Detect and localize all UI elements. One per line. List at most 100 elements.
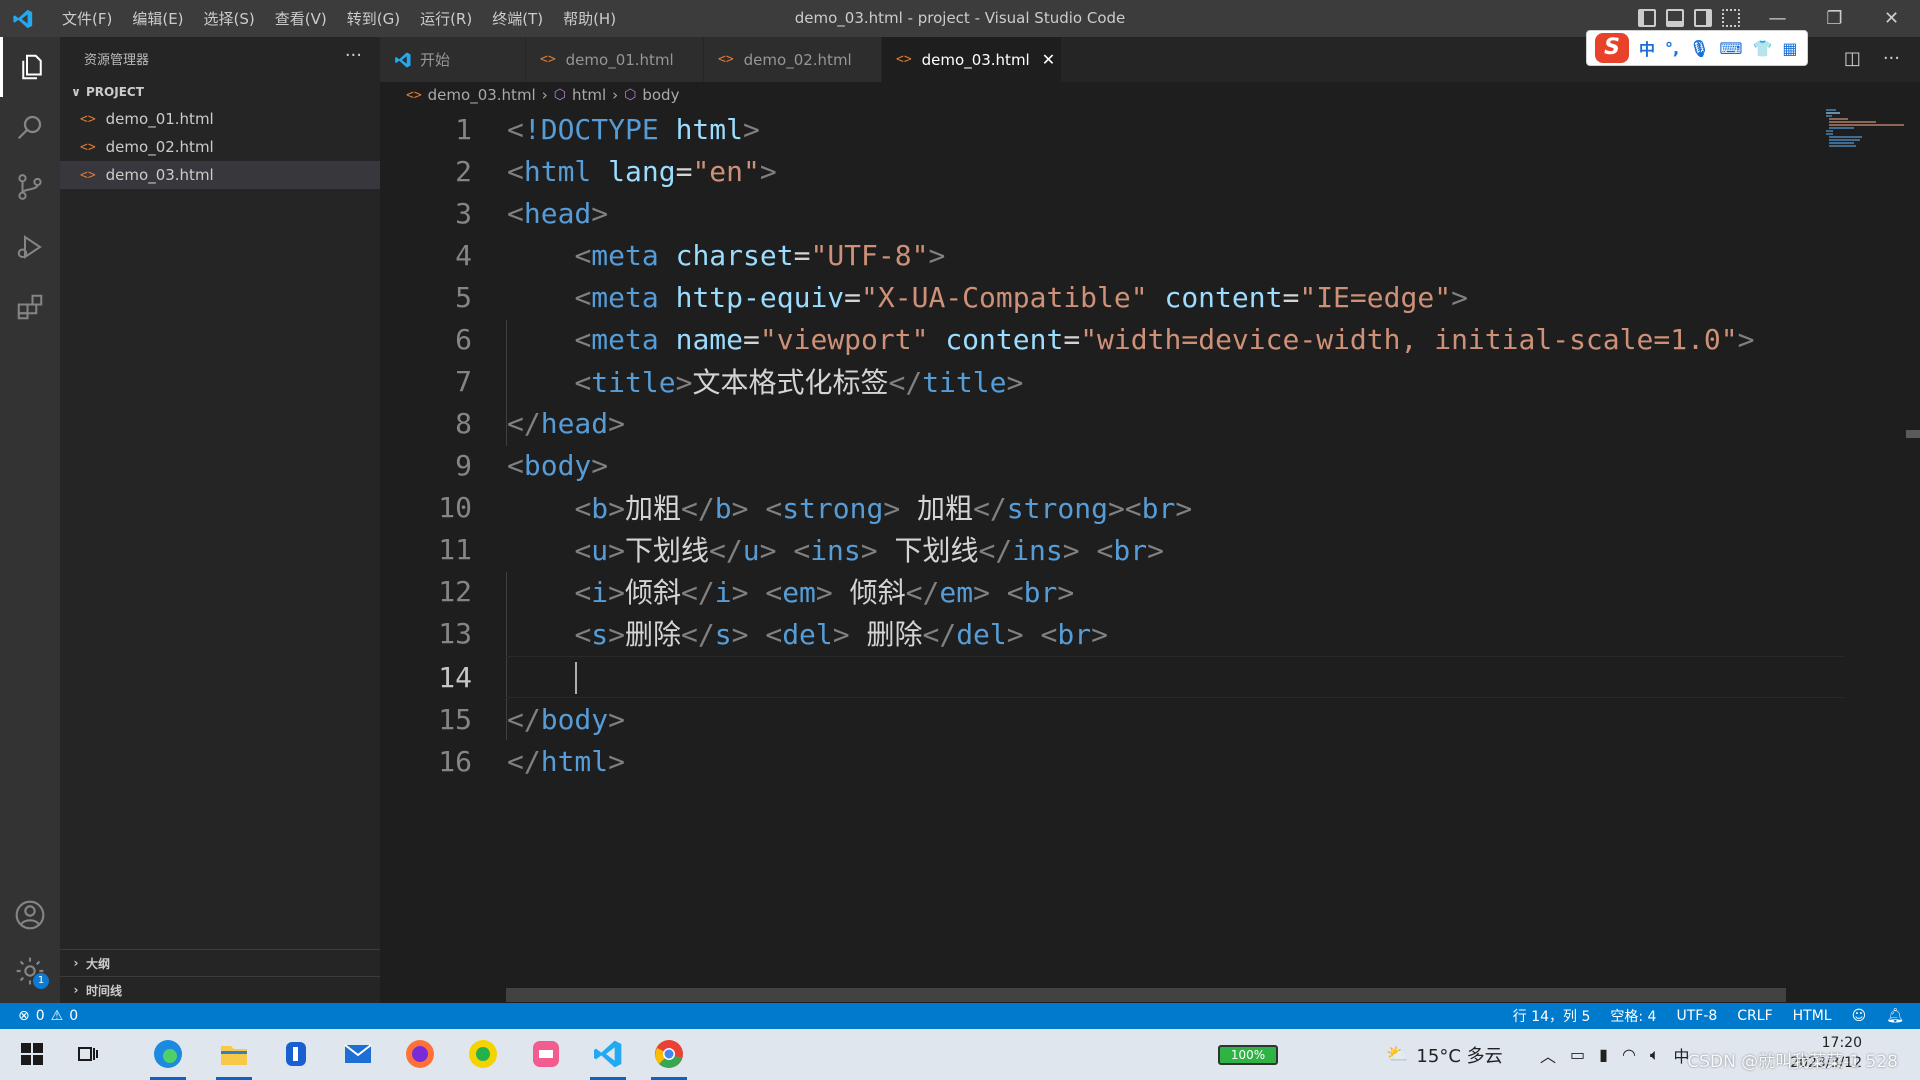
battery-level: 100%	[1218, 1044, 1278, 1065]
tab-demo-02[interactable]: <> demo_02.html	[704, 37, 882, 82]
tab-demo-03[interactable]: <> demo_03.html ✕	[882, 37, 1062, 82]
chrome-icon[interactable]	[651, 1036, 687, 1072]
menu-help[interactable]: 帮助(H)	[553, 8, 626, 29]
warning-icon: ⚠	[50, 1008, 64, 1024]
run-debug-activity[interactable]	[0, 217, 60, 277]
system-tray: ︿ ▭ ▮ ◠ 🔈︎ 中	[1540, 1029, 1690, 1080]
code-line: 2 <html lang="en">	[380, 150, 1870, 192]
sogou-logo-icon[interactable]: S	[1595, 33, 1629, 63]
line-text: </head>	[507, 406, 626, 440]
end-of-line[interactable]: CRLF	[1737, 1008, 1772, 1024]
toolbox-icon[interactable]: ▦	[1782, 39, 1797, 58]
wifi-icon[interactable]: ◠	[1622, 1045, 1636, 1064]
close-window-icon[interactable]: ✕	[1863, 0, 1920, 37]
code-line: 12 <i>倾斜</i> <em> 倾斜</em> <br>	[380, 570, 1870, 612]
line-text: <head>	[507, 196, 609, 230]
cursor-position[interactable]: 行 14，列 5	[1513, 1006, 1591, 1026]
explorer-header: 资源管理器 ···	[60, 37, 380, 79]
menu-go[interactable]: 转到(G)	[337, 8, 410, 29]
mail-icon[interactable]	[340, 1036, 376, 1072]
feedback-icon[interactable]: ☺	[1852, 1008, 1867, 1024]
volume-icon[interactable]: 🔈︎	[1650, 1045, 1660, 1065]
battery-icon[interactable]: ▮	[1599, 1045, 1608, 1064]
problems-indicator[interactable]: ⊗ 0 ⚠ 0	[18, 1003, 78, 1029]
timeline-section-header[interactable]: › 时间线	[60, 976, 380, 1003]
windows-start-icon[interactable]	[14, 1036, 50, 1072]
ime-language-toggle[interactable]: 中	[1639, 36, 1655, 60]
vscode-taskbar-icon[interactable]	[590, 1036, 626, 1072]
more-actions-icon[interactable]: ···	[1883, 48, 1900, 69]
menu-edit[interactable]: 编辑(E)	[122, 8, 193, 29]
task-view-icon[interactable]	[70, 1036, 106, 1072]
line-number: 14	[438, 660, 472, 694]
toggle-sidebar-icon[interactable]	[1638, 9, 1656, 27]
split-editor-icon[interactable]: ◫	[1844, 48, 1861, 69]
line-number: 7	[455, 364, 472, 398]
explorer-title: 资源管理器	[84, 52, 150, 68]
tray-overflow-icon[interactable]: ︿	[1540, 1043, 1556, 1067]
outline-section-header[interactable]: › 大纲	[60, 949, 380, 976]
customize-layout-icon[interactable]	[1722, 9, 1740, 27]
explorer-more-button[interactable]: ···	[345, 45, 362, 66]
breadcrumb-body[interactable]: body	[642, 86, 679, 104]
minimap[interactable]	[1824, 108, 1910, 148]
menu-selection[interactable]: 选择(S)	[194, 8, 265, 29]
menu-bar: 文件(F) 编辑(E) 选择(S) 查看(V) 转到(G) 运行(R) 终端(T…	[52, 0, 626, 37]
menu-terminal[interactable]: 终端(T)	[482, 8, 553, 29]
lenovo-app-icon[interactable]	[278, 1036, 314, 1072]
encoding[interactable]: UTF-8	[1676, 1008, 1717, 1024]
manage-activity[interactable]: 1	[0, 941, 60, 1001]
close-tab-icon[interactable]: ✕	[1042, 50, 1055, 69]
html-file-icon: <>	[406, 87, 422, 103]
language-mode[interactable]: HTML	[1793, 1008, 1832, 1024]
skin-icon[interactable]: 👕	[1753, 39, 1773, 58]
project-section-header[interactable]: ∨ PROJECT	[60, 79, 380, 105]
indentation[interactable]: 空格: 4	[1610, 1006, 1656, 1026]
code-editor[interactable]: 1 <!DOCTYPE html> 2 <html lang="en"> 3 <…	[380, 108, 1920, 1003]
tab-demo-01[interactable]: <> demo_01.html	[526, 37, 704, 82]
restore-icon[interactable]: ❐	[1806, 0, 1863, 37]
menu-file[interactable]: 文件(F)	[52, 8, 122, 29]
microphone-icon[interactable]: 🎙	[1689, 39, 1709, 58]
weather-widget[interactable]: ⛅ 15°C 多云	[1386, 1029, 1503, 1080]
horizontal-scrollbar[interactable]	[506, 988, 1786, 1002]
tab-welcome[interactable]: 开始	[380, 37, 526, 82]
keyboard-icon[interactable]: ⌨	[1719, 39, 1742, 58]
line-text: <s>删除</s> <del> 删除</del> <br>	[574, 618, 1108, 651]
warning-count: 0	[69, 1008, 79, 1024]
source-control-activity[interactable]	[0, 157, 60, 217]
extensions-activity[interactable]	[0, 277, 60, 337]
line-number: 8	[455, 406, 472, 440]
file-item-demo-01[interactable]: <> demo_01.html	[60, 105, 380, 133]
search-activity[interactable]	[0, 97, 60, 157]
toggle-panel-icon[interactable]	[1666, 9, 1684, 27]
file-item-demo-02[interactable]: <> demo_02.html	[60, 133, 380, 161]
sidebar-bottom-sections: › 大纲 › 时间线	[60, 949, 380, 1003]
menu-view[interactable]: 查看(V)	[265, 8, 337, 29]
bell-icon[interactable]: 🔔︎	[1886, 1008, 1904, 1024]
toggle-secondary-sidebar-icon[interactable]	[1694, 9, 1712, 27]
vertical-scrollbar[interactable]	[1906, 430, 1920, 438]
account-icon	[15, 900, 45, 930]
menu-run[interactable]: 运行(R)	[410, 8, 482, 29]
file-explorer-icon[interactable]	[216, 1036, 252, 1072]
breadcrumb-file[interactable]: demo_03.html	[428, 86, 536, 104]
breadcrumb-html[interactable]: html	[572, 86, 606, 104]
explorer-activity[interactable]	[0, 37, 60, 97]
layout-controls	[1638, 9, 1740, 27]
punctuation-icon[interactable]: °,	[1665, 39, 1679, 58]
music-app-icon[interactable]	[465, 1036, 501, 1072]
breadcrumb-separator-icon: ›	[612, 86, 619, 104]
cloud-sun-icon: ⛅	[1386, 1044, 1409, 1065]
media-app-icon[interactable]	[528, 1036, 564, 1072]
accounts-activity[interactable]	[0, 885, 60, 945]
battery-indicator[interactable]: 100%	[1218, 1029, 1278, 1080]
code-line: 10 <b>加粗</b> <strong> 加粗</strong><br>	[380, 486, 1870, 528]
file-item-demo-03[interactable]: <> demo_03.html	[60, 161, 380, 189]
network-icon[interactable]: ▭	[1570, 1045, 1585, 1064]
edge-browser-icon[interactable]	[150, 1036, 186, 1072]
extensions-icon	[17, 294, 43, 320]
code-line: 16 </html>	[380, 740, 1870, 782]
code-line: 5 <meta http-equiv="X-UA-Compatible" con…	[380, 276, 1870, 318]
firefox-icon[interactable]	[402, 1036, 438, 1072]
